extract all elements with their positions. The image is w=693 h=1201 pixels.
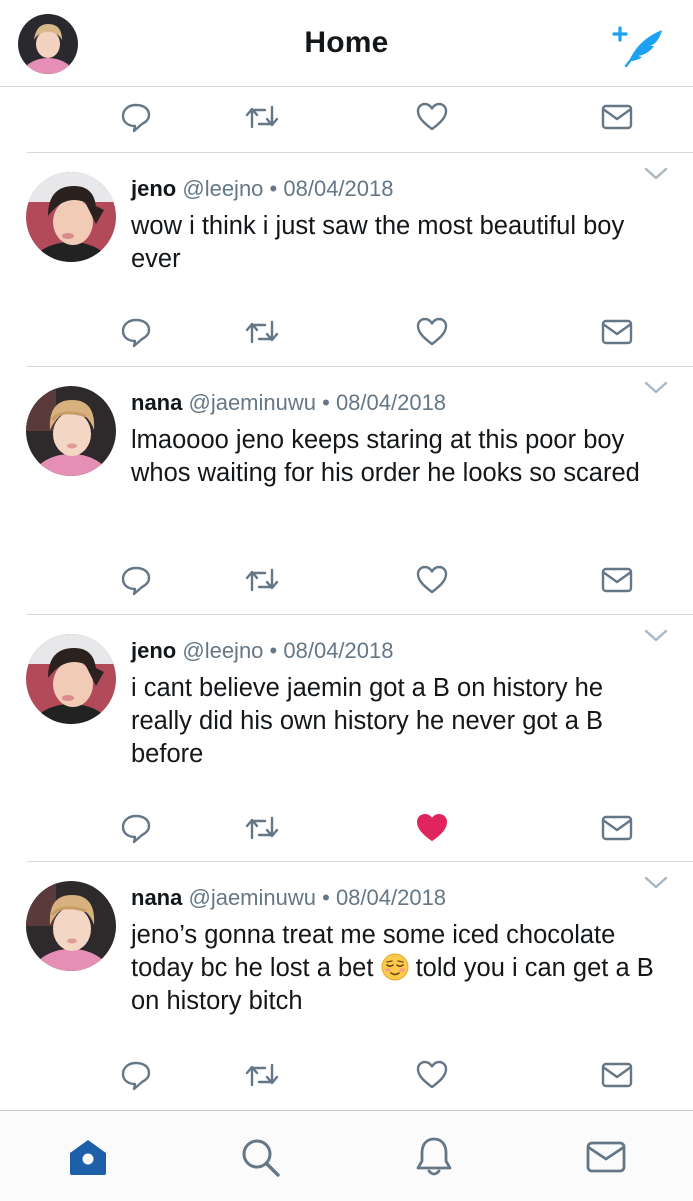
heart-icon[interactable] <box>412 312 452 352</box>
username[interactable]: @jaeminuwu <box>188 390 316 415</box>
reply-icon[interactable] <box>116 97 156 137</box>
tweet-header: jeno @leejno • 08/04/2018 <box>131 638 393 664</box>
retweet-icon[interactable] <box>242 312 282 352</box>
tweet-actions <box>0 560 693 600</box>
avatar[interactable] <box>26 172 116 262</box>
retweet-icon[interactable] <box>242 808 282 848</box>
envelope-icon[interactable] <box>597 808 637 848</box>
relieved-face-emoji <box>381 953 409 981</box>
envelope-icon[interactable] <box>597 97 637 137</box>
reply-icon[interactable] <box>116 808 156 848</box>
bottom-tab-bar <box>0 1110 693 1201</box>
separator: • <box>269 176 278 201</box>
timestamp: 08/04/2018 <box>335 390 447 415</box>
username[interactable]: @jaeminuwu <box>188 885 316 910</box>
display-name[interactable]: jeno <box>131 638 176 663</box>
envelope-icon[interactable] <box>597 1055 637 1095</box>
previous-tweet-actions <box>0 97 693 137</box>
timestamp: 08/04/2018 <box>283 638 394 663</box>
tweet-text: wow i think i just saw the most beautifu… <box>131 212 625 273</box>
username[interactable]: @leejno <box>182 638 263 663</box>
search-icon[interactable] <box>238 1135 282 1179</box>
avatar[interactable] <box>26 634 116 724</box>
separator: • <box>322 390 330 415</box>
timestamp: 08/04/2018 <box>335 885 447 910</box>
bell-icon[interactable] <box>412 1135 456 1179</box>
chevron-down-icon[interactable] <box>643 166 669 182</box>
display-name[interactable]: nana <box>131 885 182 910</box>
retweet-icon[interactable] <box>242 97 282 137</box>
separator: • <box>322 885 330 910</box>
display-name[interactable]: jeno <box>131 176 176 201</box>
home-icon[interactable] <box>66 1135 110 1179</box>
separator: • <box>269 638 278 663</box>
tweet-text: lmaoooo jeno keeps staring at this poor … <box>131 426 640 487</box>
heart-icon-liked[interactable] <box>412 808 452 848</box>
retweet-icon[interactable] <box>242 560 282 600</box>
page-title: Home <box>304 26 389 59</box>
tweet-text: jeno’s gonna treat me some iced chocolat… <box>131 919 671 1018</box>
chevron-down-icon[interactable] <box>643 628 669 644</box>
heart-icon[interactable] <box>412 97 452 137</box>
tweet-header: nana @jaeminuwu • 08/04/2018 <box>131 885 446 911</box>
avatar[interactable] <box>26 386 116 476</box>
heart-icon[interactable] <box>412 1055 452 1095</box>
timestamp: 08/04/2018 <box>283 176 394 201</box>
reply-icon[interactable] <box>116 312 156 352</box>
tweet[interactable]: nana @jaeminuwu • 08/04/2018 lmaoooo jen… <box>0 366 693 612</box>
tweet-actions <box>0 1055 693 1095</box>
top-bar: Home <box>0 0 693 87</box>
envelope-icon[interactable] <box>597 312 637 352</box>
tweet-text: i cant believe jaemin got a B on history… <box>131 674 604 768</box>
avatar[interactable] <box>26 881 116 971</box>
display-name[interactable]: nana <box>131 390 182 415</box>
reply-icon[interactable] <box>116 1055 156 1095</box>
chevron-down-icon[interactable] <box>643 380 669 396</box>
envelope-icon[interactable] <box>584 1135 628 1179</box>
tweet-actions <box>0 312 693 352</box>
username[interactable]: @leejno <box>182 176 263 201</box>
tweet[interactable]: jeno @leejno • 08/04/2018 i cant believe… <box>0 614 693 860</box>
reply-icon[interactable] <box>116 560 156 600</box>
tweet-header: jeno @leejno • 08/04/2018 <box>131 176 393 202</box>
tweet-header: nana @jaeminuwu • 08/04/2018 <box>131 390 446 416</box>
tweet[interactable]: jeno @leejno • 08/04/2018 wow i think i … <box>0 152 693 398</box>
chevron-down-icon[interactable] <box>643 875 669 891</box>
tweet-actions <box>0 808 693 848</box>
compose-tweet-icon[interactable] <box>610 24 668 68</box>
heart-icon[interactable] <box>412 560 452 600</box>
tweet[interactable]: nana @jaeminuwu • 08/04/2018 jeno’s gonn… <box>0 861 693 1107</box>
envelope-icon[interactable] <box>597 560 637 600</box>
retweet-icon[interactable] <box>242 1055 282 1095</box>
